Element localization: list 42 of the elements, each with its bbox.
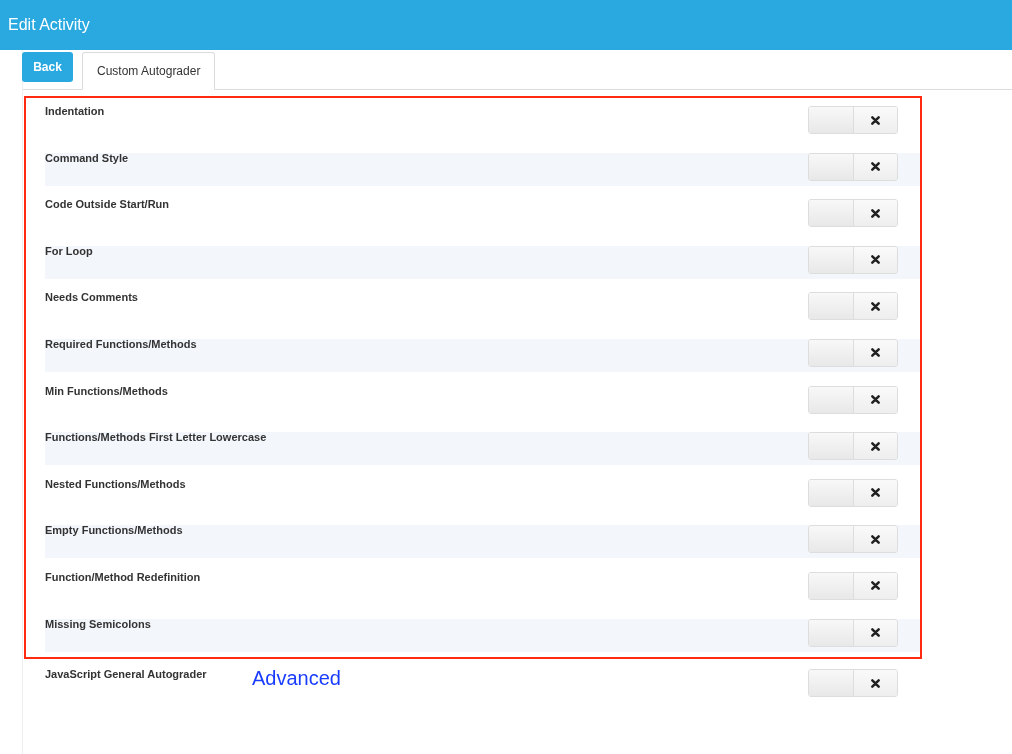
close-icon	[870, 348, 880, 358]
rule-label: Required Functions/Methods	[45, 336, 198, 350]
close-icon	[870, 488, 880, 498]
rule-label: For Loop	[45, 243, 94, 257]
rule-label: Missing Semicolons	[45, 616, 152, 630]
toggle-switch[interactable]	[808, 478, 898, 507]
rule-label: Indentation	[45, 104, 106, 117]
close-icon	[870, 301, 880, 311]
close-icon	[870, 678, 880, 688]
rule-label: Code Outside Start/Run	[45, 197, 171, 211]
advanced-link[interactable]: Advanced	[252, 667, 808, 691]
close-icon	[870, 534, 880, 544]
tab[interactable]: Custom Autograder	[82, 52, 216, 90]
toggle-switch[interactable]	[808, 199, 898, 228]
toggle-switch[interactable]	[808, 385, 898, 414]
toggle-switch[interactable]	[808, 152, 898, 181]
rule-label: Nested Functions/Methods	[45, 476, 187, 490]
close-icon	[870, 581, 880, 591]
toggle-switch[interactable]	[808, 525, 898, 554]
close-icon	[870, 628, 880, 638]
close-icon	[870, 115, 880, 125]
rule-label: Command Style	[45, 150, 130, 164]
toggle-switch[interactable]	[808, 669, 898, 698]
close-icon	[870, 255, 880, 265]
rule-label: Min Functions/Methods	[45, 383, 169, 397]
toggle-switch[interactable]	[808, 106, 898, 134]
close-icon	[870, 395, 880, 405]
rule-label: Needs Comments	[45, 290, 139, 304]
rule-label: JavaScript General Autograder	[45, 667, 208, 681]
toggle-switch[interactable]	[808, 571, 898, 600]
toggle-switch[interactable]	[808, 292, 898, 321]
close-icon	[870, 208, 880, 218]
rule-label: Function/Method Redefinition	[45, 569, 202, 583]
rule-label: Empty Functions/Methods	[45, 523, 184, 537]
toggle-switch[interactable]	[808, 618, 898, 647]
toggle-switch[interactable]	[808, 432, 898, 461]
toggle-switch[interactable]	[808, 338, 898, 367]
close-icon	[870, 441, 880, 451]
page-title: Edit Activity	[8, 16, 90, 34]
close-icon	[870, 162, 880, 172]
toggle-switch[interactable]	[808, 245, 898, 274]
rule-label: Functions/Methods First Letter Lowercase	[45, 430, 268, 444]
